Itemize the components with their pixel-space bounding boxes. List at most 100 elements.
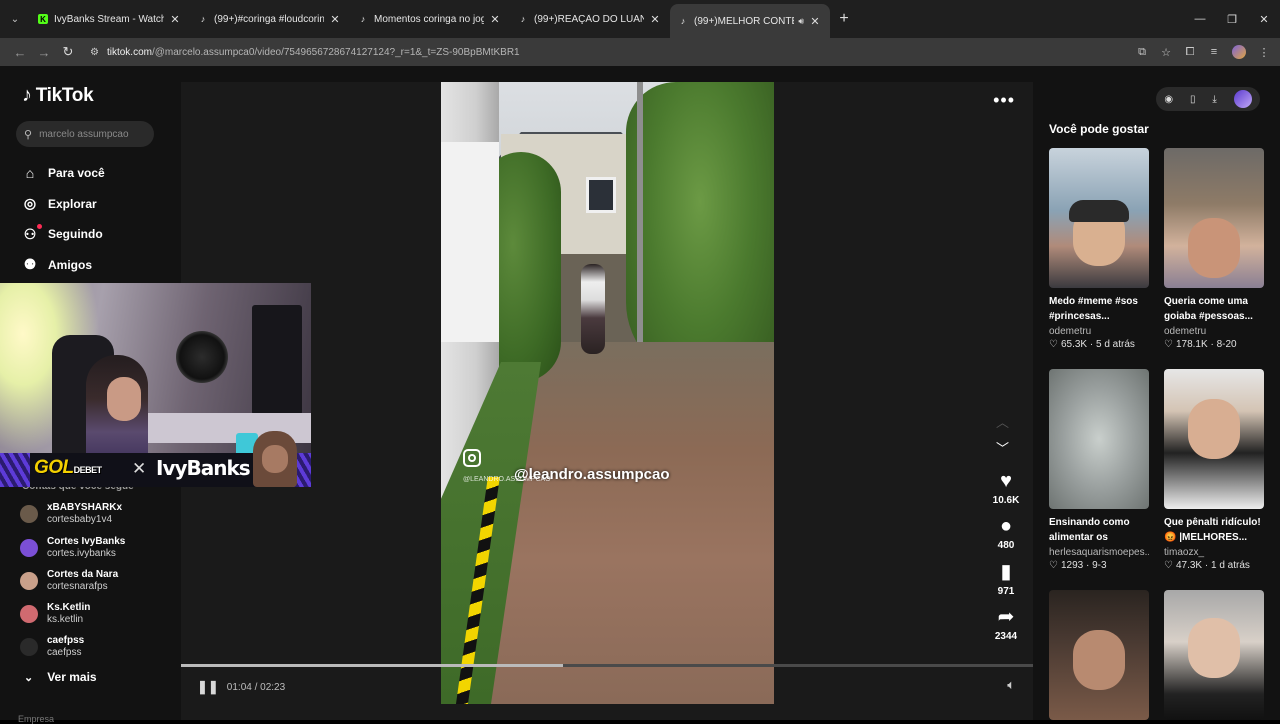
recommendation-card[interactable]: Ensinando como alimentar os peixes... he… <box>1049 369 1149 571</box>
browser-tab[interactable]: ♪ (99+)#coringa #loudcoringa #l ✕ <box>190 4 350 34</box>
kick-icon: K <box>38 14 48 24</box>
video-frame[interactable]: @leandro.assumpcao @LEANDRO.ASSUMPCAO <box>441 82 774 704</box>
footer-empresa[interactable]: Empresa <box>18 714 54 724</box>
close-tab-icon[interactable]: ✕ <box>648 13 662 26</box>
tiktok-logo[interactable]: ♪ TikTok <box>22 84 94 107</box>
previous-video-icon[interactable]: ︿ <box>996 412 1009 431</box>
extensions-icon[interactable]: ⧠ <box>1178 46 1202 59</box>
tab-title: (99+)REAÇÃO DO LUAN E DA I <box>534 13 644 25</box>
recommendation-card[interactable]: Queria come uma goiaba #pessoas... odeme… <box>1164 148 1264 350</box>
card-author[interactable]: odemetru <box>1049 326 1149 337</box>
see-more-button[interactable]: ⌄ Ver mais <box>24 670 97 684</box>
recommendation-card[interactable]: Medo #meme #sos #princesas... odemetru ♡… <box>1049 148 1149 350</box>
card-caption: Medo #meme #sos #princesas... <box>1049 296 1138 322</box>
card-meta: ♡ 1293 · 9-3 <box>1049 560 1107 571</box>
heart-outline-icon: ♡ <box>1049 339 1058 350</box>
sidebar-item-explorar[interactable]: ◎ Explorar <box>20 189 105 220</box>
download-icon[interactable]: ⤓ <box>1212 94 1216 105</box>
tab-title: Momentos coringa no jogo de <box>374 13 484 25</box>
minimize-icon[interactable]: — <box>1184 13 1216 25</box>
back-icon[interactable]: ← <box>8 45 32 60</box>
recommendation-card[interactable]: Que pênalti ridículo! 😡 |MELHORES... tim… <box>1164 369 1264 571</box>
video-scene-wall-panel <box>441 142 499 342</box>
video-scene-kid <box>581 264 605 354</box>
menu-icon[interactable]: ⋮ <box>1252 46 1276 59</box>
close-tab-icon[interactable]: ✕ <box>488 13 502 26</box>
compass-icon: ◎ <box>23 195 37 212</box>
account-handle: cortesnarafps <box>47 581 108 592</box>
video-thumbnail[interactable] <box>1164 590 1264 720</box>
top-action-pill: ◉ ▯ ⤓ <box>1156 87 1260 111</box>
volume-icon[interactable]: 🔈︎ <box>1007 677 1015 693</box>
new-tab-button[interactable]: + <box>830 4 858 34</box>
site-info-icon[interactable]: ⚙ <box>90 47 99 58</box>
comment-icon: ● <box>999 515 1013 537</box>
close-tab-icon[interactable]: ✕ <box>328 13 342 26</box>
recommendations-title: Você pode gostar <box>1049 122 1149 136</box>
card-author[interactable]: odemetru <box>1164 326 1264 337</box>
user-avatar[interactable] <box>1233 90 1252 108</box>
reload-icon[interactable]: ↻ <box>56 44 80 60</box>
speaker-icon[interactable]: 🔊︎ <box>798 16 804 27</box>
tab-search-button[interactable]: ⌄ <box>0 0 30 38</box>
tiktok-icon: ♪ <box>520 14 526 24</box>
home-icon: ⌂ <box>25 165 35 182</box>
card-author[interactable]: herlesaquarismoepes... <box>1049 547 1149 558</box>
avatar <box>20 638 38 656</box>
sponsor-name: GOL <box>34 457 74 478</box>
bookmark-star-icon[interactable]: ☆ <box>1154 46 1178 59</box>
next-video-icon[interactable]: ﹀ <box>996 438 1009 457</box>
share-button[interactable]: ➦ 2344 <box>981 607 1031 642</box>
close-tab-icon[interactable]: ✕ <box>808 15 822 28</box>
comment-button[interactable]: ● 480 <box>981 516 1031 551</box>
video-thumbnail[interactable] <box>1049 148 1149 288</box>
streamer-cartoon-avatar <box>253 431 297 487</box>
following-account[interactable]: Cortes IvyBanks cortes.ivybanks <box>20 536 125 560</box>
sidebar-item-amigos[interactable]: ⚉ Amigos <box>20 250 105 281</box>
card-author[interactable]: timaozx_ <box>1164 547 1264 558</box>
tiktok-icon: ♪ <box>680 16 686 26</box>
share-count: 2344 <box>994 631 1018 642</box>
more-options-icon[interactable]: ••• <box>993 90 1015 111</box>
restore-icon[interactable]: ❐ <box>1216 13 1248 26</box>
device-icon[interactable]: ▯ <box>1190 94 1196 105</box>
video-progress-bar[interactable] <box>181 664 1033 667</box>
following-account[interactable]: Cortes da Nara cortesnarafps <box>20 569 118 593</box>
install-app-icon[interactable]: ⧉ <box>1130 46 1154 59</box>
like-button[interactable]: ♥ 10.6K <box>981 471 1031 506</box>
sidebar-item-seguindo[interactable]: ⚇ Seguindo <box>20 219 105 250</box>
browser-tab[interactable]: ♪ (99+)REAÇÃO DO LUAN E DA I ✕ <box>510 4 670 34</box>
browser-tab[interactable]: ♪ Momentos coringa no jogo de ✕ <box>350 4 510 34</box>
sidebar-item-para-voce[interactable]: ⌂ Para você <box>20 158 105 189</box>
browser-tab[interactable]: K IvyBanks Stream - Watch Live o ✕ <box>30 4 190 34</box>
video-thumbnail[interactable] <box>1049 369 1149 509</box>
video-scene-window <box>586 177 616 213</box>
search-input[interactable]: ⚲ marcelo assumpcao <box>16 121 154 147</box>
heart-icon: ♥ <box>1000 470 1012 492</box>
media-control-icon[interactable]: ≡ <box>1202 46 1226 58</box>
following-account[interactable]: caefpss caefpss <box>20 635 84 659</box>
close-tab-icon[interactable]: ✕ <box>168 13 182 26</box>
forward-icon[interactable]: → <box>32 45 56 60</box>
video-thumbnail[interactable] <box>1049 590 1149 720</box>
following-account[interactable]: xBABYSHARKx cortesbaby1v4 <box>20 502 122 526</box>
coins-icon[interactable]: ◉ <box>1164 94 1173 105</box>
save-button[interactable]: ▮ 971 <box>981 562 1031 597</box>
recommendation-card[interactable] <box>1049 590 1149 720</box>
card-likes: 47.3K <box>1175 560 1203 571</box>
card-date: 5 d atrás <box>1096 339 1135 350</box>
recommendation-card[interactable] <box>1164 590 1264 720</box>
following-account[interactable]: Ks.Ketlin ks.ketlin <box>20 602 90 626</box>
close-window-icon[interactable]: ✕ <box>1248 13 1280 26</box>
card-date: 9-3 <box>1092 560 1107 571</box>
browser-tab-active[interactable]: ♪ (99+)MELHOR CONTEÚDO 🔊︎ ✕ <box>670 4 830 38</box>
streamer-name: IvyBanks <box>156 456 251 480</box>
chevron-down-icon: ⌄ <box>24 671 34 684</box>
url-field[interactable]: ⚙ tiktok.com/@marcelo.assumpca0/video/75… <box>90 47 520 58</box>
profile-avatar[interactable] <box>1232 45 1246 59</box>
video-thumbnail[interactable] <box>1164 369 1264 509</box>
heart-outline-icon: ♡ <box>1049 560 1058 571</box>
banner-stripes-left <box>0 453 30 487</box>
pause-icon[interactable]: ❚❚ <box>197 679 219 695</box>
video-thumbnail[interactable] <box>1164 148 1264 288</box>
